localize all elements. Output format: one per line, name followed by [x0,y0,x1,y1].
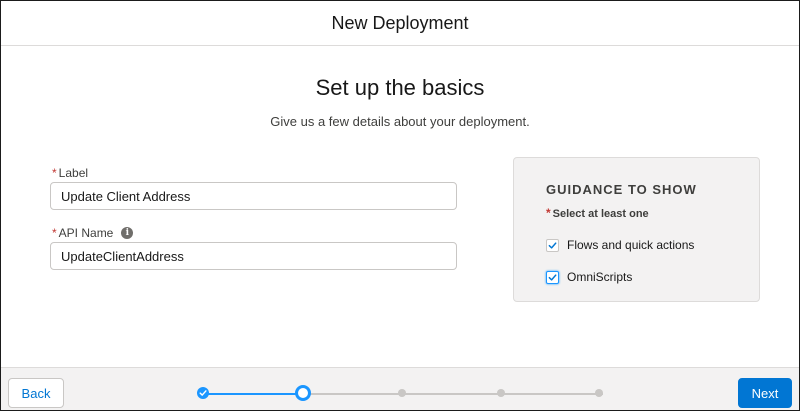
checkmark-icon [548,241,557,249]
required-marker: * [52,226,57,240]
required-marker: * [546,206,551,220]
page-heading: Set up the basics [315,75,485,100]
progress-step-1[interactable] [197,387,209,399]
label-field-text: Label [58,166,89,180]
modal-header: New Deployment [1,1,799,46]
modal-title: New Deployment [331,12,469,33]
option-label: OmniScripts [567,270,633,284]
progress-step-3[interactable] [398,389,406,397]
guidance-requirement: * Select at least one [546,206,649,220]
api-name-field-text: API Name [58,226,114,240]
progress-indicator [197,382,607,404]
checkmark-icon [199,390,207,396]
page-subheading: Give us a few details about your deploym… [270,114,530,129]
progress-track-remaining [303,393,603,395]
label-field-label: * Label [52,166,88,180]
option-omniscripts[interactable]: OmniScripts [546,270,632,284]
checkmark-icon [548,273,557,281]
label-input[interactable] [50,182,457,210]
guidance-title: GUIDANCE TO SHOW [546,182,697,197]
info-icon[interactable]: i [121,227,134,239]
option-label: Flows and quick actions [567,238,695,252]
deployment-modal: New Deployment Set up the basics Give us… [0,0,800,411]
option-flows-and-quick-actions[interactable]: Flows and quick actions [546,238,694,252]
checkbox-omniscripts[interactable] [546,270,559,284]
api-name-field-label: * API Name i [52,226,134,240]
required-marker: * [52,166,57,180]
progress-step-5[interactable] [595,389,603,397]
progress-step-2[interactable] [295,385,311,401]
api-name-input[interactable] [50,242,457,270]
progress-track-complete [203,393,303,395]
guidance-requirement-text: Select at least one [552,208,649,220]
modal-footer: Back Next [1,367,799,410]
checkbox-flows[interactable] [546,238,559,252]
guidance-panel: GUIDANCE TO SHOW * Select at least one Fl… [513,157,760,302]
next-button[interactable]: Next [738,378,792,408]
progress-step-4[interactable] [497,389,505,397]
back-button[interactable]: Back [8,378,64,408]
